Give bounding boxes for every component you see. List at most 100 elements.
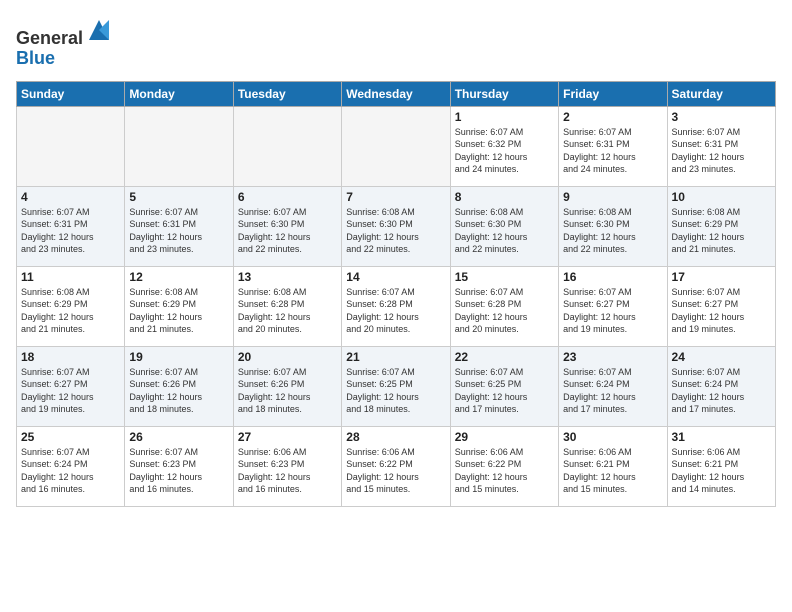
col-header-friday: Friday bbox=[559, 81, 667, 106]
calendar-cell: 21Sunrise: 6:07 AM Sunset: 6:25 PM Dayli… bbox=[342, 346, 450, 426]
day-detail: Sunrise: 6:07 AM Sunset: 6:27 PM Dayligh… bbox=[21, 366, 120, 416]
day-detail: Sunrise: 6:07 AM Sunset: 6:31 PM Dayligh… bbox=[21, 206, 120, 256]
day-number: 25 bbox=[21, 430, 120, 444]
calendar-cell: 14 Sunrise: 6:07 AM Sunset: 6:28 PM Dayli… bbox=[342, 266, 450, 346]
logo: General Blue bbox=[16, 16, 113, 69]
calendar-cell: 2 Sunrise: 6:07 AM Sunset: 6:31 PM Daylig… bbox=[559, 106, 667, 186]
calendar-table: SundayMondayTuesdayWednesdayThursdayFrid… bbox=[16, 81, 776, 507]
calendar-cell: 4 Sunrise: 6:07 AM Sunset: 6:31 PM Daylig… bbox=[17, 186, 125, 266]
day-detail: Sunrise: 6:07 AM Sunset: 6:32 PM Dayligh… bbox=[455, 126, 554, 176]
calendar-cell: 13 Sunrise: 6:08 AM Sunset: 6:28 PM Dayli… bbox=[233, 266, 341, 346]
calendar-cell: 30Sunrise: 6:06 AM Sunset: 6:21 PM Dayli… bbox=[559, 426, 667, 506]
calendar-cell: 16 Sunrise: 6:07 AM Sunset: 6:27 PM Dayli… bbox=[559, 266, 667, 346]
day-detail: Sunrise: 6:06 AM Sunset: 6:21 PM Dayligh… bbox=[563, 446, 662, 496]
day-detail: Sunrise: 6:07 AM Sunset: 6:24 PM Dayligh… bbox=[672, 366, 771, 416]
day-detail: Sunrise: 6:08 AM Sunset: 6:30 PM Dayligh… bbox=[563, 206, 662, 256]
day-detail: Sunrise: 6:07 AM Sunset: 6:28 PM Dayligh… bbox=[455, 286, 554, 336]
day-detail: Sunrise: 6:08 AM Sunset: 6:29 PM Dayligh… bbox=[129, 286, 228, 336]
day-number: 5 bbox=[129, 190, 228, 204]
calendar-cell: 7 Sunrise: 6:08 AM Sunset: 6:30 PM Daylig… bbox=[342, 186, 450, 266]
day-number: 12 bbox=[129, 270, 228, 284]
logo-icon bbox=[85, 16, 113, 44]
logo-general: General bbox=[16, 28, 83, 48]
day-detail: Sunrise: 6:08 AM Sunset: 6:28 PM Dayligh… bbox=[238, 286, 337, 336]
calendar-cell bbox=[342, 106, 450, 186]
calendar-cell: 26Sunrise: 6:07 AM Sunset: 6:23 PM Dayli… bbox=[125, 426, 233, 506]
calendar-cell: 23 Sunrise: 6:07 AM Sunset: 6:24 PM Dayli… bbox=[559, 346, 667, 426]
day-number: 22 bbox=[455, 350, 554, 364]
calendar-cell: 6Sunrise: 6:07 AM Sunset: 6:30 PM Daylig… bbox=[233, 186, 341, 266]
day-detail: Sunrise: 6:07 AM Sunset: 6:26 PM Dayligh… bbox=[129, 366, 228, 416]
day-detail: Sunrise: 6:08 AM Sunset: 6:29 PM Dayligh… bbox=[21, 286, 120, 336]
day-detail: Sunrise: 6:06 AM Sunset: 6:22 PM Dayligh… bbox=[346, 446, 445, 496]
calendar-cell: 22 Sunrise: 6:07 AM Sunset: 6:25 PM Dayli… bbox=[450, 346, 558, 426]
day-number: 9 bbox=[563, 190, 662, 204]
day-number: 28 bbox=[346, 430, 445, 444]
calendar-cell: 1Sunrise: 6:07 AM Sunset: 6:32 PM Daylig… bbox=[450, 106, 558, 186]
calendar-cell: 3Sunrise: 6:07 AM Sunset: 6:31 PM Daylig… bbox=[667, 106, 775, 186]
day-number: 14 bbox=[346, 270, 445, 284]
page-header: General Blue bbox=[16, 16, 776, 69]
day-number: 21 bbox=[346, 350, 445, 364]
day-detail: Sunrise: 6:08 AM Sunset: 6:30 PM Dayligh… bbox=[455, 206, 554, 256]
col-header-sunday: Sunday bbox=[17, 81, 125, 106]
day-detail: Sunrise: 6:07 AM Sunset: 6:27 PM Dayligh… bbox=[672, 286, 771, 336]
calendar-week-3: 11 Sunrise: 6:08 AM Sunset: 6:29 PM Dayli… bbox=[17, 266, 776, 346]
calendar-cell: 5 Sunrise: 6:07 AM Sunset: 6:31 PM Daylig… bbox=[125, 186, 233, 266]
day-detail: Sunrise: 6:07 AM Sunset: 6:31 PM Dayligh… bbox=[129, 206, 228, 256]
calendar-cell: 18 Sunrise: 6:07 AM Sunset: 6:27 PM Dayli… bbox=[17, 346, 125, 426]
day-number: 6 bbox=[238, 190, 337, 204]
calendar-cell bbox=[233, 106, 341, 186]
calendar-cell: 9 Sunrise: 6:08 AM Sunset: 6:30 PM Daylig… bbox=[559, 186, 667, 266]
day-number: 10 bbox=[672, 190, 771, 204]
day-number: 3 bbox=[672, 110, 771, 124]
calendar-cell: 27Sunrise: 6:06 AM Sunset: 6:23 PM Dayli… bbox=[233, 426, 341, 506]
calendar-week-4: 18 Sunrise: 6:07 AM Sunset: 6:27 PM Dayli… bbox=[17, 346, 776, 426]
day-number: 4 bbox=[21, 190, 120, 204]
calendar-cell bbox=[125, 106, 233, 186]
day-number: 31 bbox=[672, 430, 771, 444]
day-number: 18 bbox=[21, 350, 120, 364]
day-number: 2 bbox=[563, 110, 662, 124]
day-number: 29 bbox=[455, 430, 554, 444]
day-number: 13 bbox=[238, 270, 337, 284]
day-number: 15 bbox=[455, 270, 554, 284]
calendar-cell: 24Sunrise: 6:07 AM Sunset: 6:24 PM Dayli… bbox=[667, 346, 775, 426]
day-detail: Sunrise: 6:07 AM Sunset: 6:28 PM Dayligh… bbox=[346, 286, 445, 336]
calendar-cell: 28 Sunrise: 6:06 AM Sunset: 6:22 PM Dayli… bbox=[342, 426, 450, 506]
col-header-tuesday: Tuesday bbox=[233, 81, 341, 106]
day-detail: Sunrise: 6:07 AM Sunset: 6:26 PM Dayligh… bbox=[238, 366, 337, 416]
col-header-thursday: Thursday bbox=[450, 81, 558, 106]
day-detail: Sunrise: 6:07 AM Sunset: 6:25 PM Dayligh… bbox=[455, 366, 554, 416]
day-detail: Sunrise: 6:07 AM Sunset: 6:24 PM Dayligh… bbox=[563, 366, 662, 416]
day-detail: Sunrise: 6:07 AM Sunset: 6:23 PM Dayligh… bbox=[129, 446, 228, 496]
calendar-cell: 29Sunrise: 6:06 AM Sunset: 6:22 PM Dayli… bbox=[450, 426, 558, 506]
calendar-cell: 20 Sunrise: 6:07 AM Sunset: 6:26 PM Dayli… bbox=[233, 346, 341, 426]
col-header-saturday: Saturday bbox=[667, 81, 775, 106]
day-number: 19 bbox=[129, 350, 228, 364]
calendar-cell: 10 Sunrise: 6:08 AM Sunset: 6:29 PM Dayli… bbox=[667, 186, 775, 266]
col-header-monday: Monday bbox=[125, 81, 233, 106]
day-number: 7 bbox=[346, 190, 445, 204]
col-header-wednesday: Wednesday bbox=[342, 81, 450, 106]
day-number: 11 bbox=[21, 270, 120, 284]
calendar-week-1: 1Sunrise: 6:07 AM Sunset: 6:32 PM Daylig… bbox=[17, 106, 776, 186]
day-number: 23 bbox=[563, 350, 662, 364]
calendar-cell: 19 Sunrise: 6:07 AM Sunset: 6:26 PM Dayli… bbox=[125, 346, 233, 426]
calendar-week-2: 4 Sunrise: 6:07 AM Sunset: 6:31 PM Daylig… bbox=[17, 186, 776, 266]
day-detail: Sunrise: 6:07 AM Sunset: 6:31 PM Dayligh… bbox=[563, 126, 662, 176]
calendar-cell bbox=[17, 106, 125, 186]
day-number: 8 bbox=[455, 190, 554, 204]
logo-blue: Blue bbox=[16, 48, 55, 68]
day-detail: Sunrise: 6:08 AM Sunset: 6:29 PM Dayligh… bbox=[672, 206, 771, 256]
day-detail: Sunrise: 6:06 AM Sunset: 6:23 PM Dayligh… bbox=[238, 446, 337, 496]
day-number: 17 bbox=[672, 270, 771, 284]
calendar-cell: 12 Sunrise: 6:08 AM Sunset: 6:29 PM Dayli… bbox=[125, 266, 233, 346]
day-number: 20 bbox=[238, 350, 337, 364]
day-detail: Sunrise: 6:08 AM Sunset: 6:30 PM Dayligh… bbox=[346, 206, 445, 256]
calendar-cell: 8 Sunrise: 6:08 AM Sunset: 6:30 PM Daylig… bbox=[450, 186, 558, 266]
calendar-cell: 11 Sunrise: 6:08 AM Sunset: 6:29 PM Dayli… bbox=[17, 266, 125, 346]
day-number: 16 bbox=[563, 270, 662, 284]
day-detail: Sunrise: 6:07 AM Sunset: 6:27 PM Dayligh… bbox=[563, 286, 662, 336]
calendar-cell: 17 Sunrise: 6:07 AM Sunset: 6:27 PM Dayli… bbox=[667, 266, 775, 346]
